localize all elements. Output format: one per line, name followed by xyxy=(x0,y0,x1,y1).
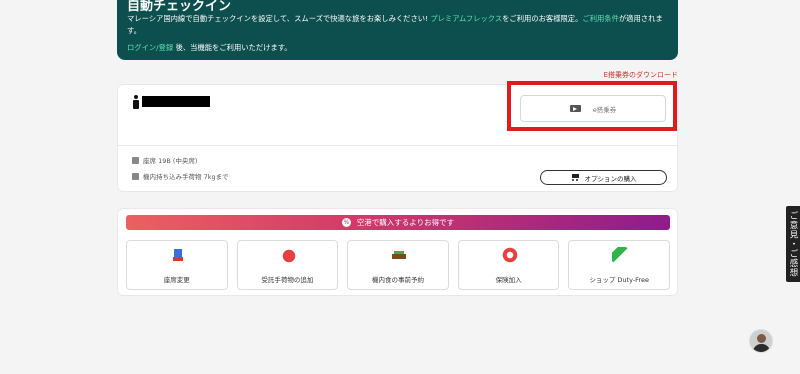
addons-card: % 空港で購入するよりお得です 座席変更 受託手荷物の追加 機内食の事前予約 保… xyxy=(117,208,678,296)
baggage-info: 機内持ち込み手荷物 7kgまで xyxy=(132,171,229,181)
banner-description: マレーシア国内線で自動チェックインを設定して、スムーズで快適な旅をお楽しみくださ… xyxy=(127,13,672,37)
download-boarding-pass-link[interactable]: E搭乗券のダウンロード xyxy=(604,70,678,80)
auto-checkin-banner: 自動チェックイン マレーシア国内線で自動チェックインを設定して、スムーズで快適な… xyxy=(117,0,678,60)
tile-label: 機内食の事前予約 xyxy=(371,276,424,284)
terms-link[interactable]: ご利用条件 xyxy=(582,14,618,23)
seat-text: 座席 19B (中央席) xyxy=(143,157,198,165)
promo-text: 空港で購入するよりお得です xyxy=(356,218,455,227)
chat-assistant-avatar[interactable] xyxy=(749,329,773,353)
passenger-name-redacted xyxy=(142,96,210,107)
tile-label: 座席変更 xyxy=(163,276,190,284)
seat-icon xyxy=(170,247,186,263)
discount-icon: % xyxy=(341,218,351,227)
tile-duty-free[interactable]: ショップ Duty-Free xyxy=(568,240,670,290)
baggage-icon xyxy=(280,247,297,263)
purchase-options-button[interactable]: オプションの購入 xyxy=(540,170,667,185)
banner-desc-text-2: をご利用のお客様限定。 xyxy=(502,14,583,23)
banner-title: 自動チェックイン xyxy=(127,0,232,14)
insurance-icon xyxy=(501,247,518,263)
banner-login-line: ログイン/登録 後、当機能をご利用いただけます。 xyxy=(127,43,292,53)
card-divider xyxy=(118,145,677,146)
highlight-annotation-box xyxy=(507,81,677,131)
addon-tiles: 座席変更 受託手荷物の追加 機内食の事前予約 保険加入 ショップ Duty-Fr… xyxy=(126,240,670,290)
baggage-text: 機内持ち込み手荷物 7kgまで xyxy=(143,173,229,181)
seat-icon xyxy=(132,156,139,164)
purchase-options-label: オプションの購入 xyxy=(584,174,637,183)
promo-banner: % 空港で購入するよりお得です xyxy=(126,215,670,230)
tile-label: 保険加入 xyxy=(495,276,522,284)
tile-label: 受託手荷物の追加 xyxy=(261,276,314,284)
banner-desc-text-1: マレーシア国内線で自動チェックインを設定して、スムーズで快適な旅をお楽しみくださ… xyxy=(127,14,431,23)
tile-insurance[interactable]: 保険加入 xyxy=(457,240,560,290)
duty-free-icon xyxy=(612,247,629,263)
tile-seat-change[interactable]: 座席変更 xyxy=(126,240,228,290)
meal-icon xyxy=(391,247,408,263)
cart-icon xyxy=(571,174,579,181)
tile-label: ショップ Duty-Free xyxy=(589,276,649,284)
login-suffix: 後、当機能をご利用いただけます。 xyxy=(173,43,292,52)
person-icon xyxy=(133,95,139,109)
seat-info: 座席 19B (中央席) xyxy=(132,155,197,165)
premium-flex-link[interactable]: プレミアムフレックス xyxy=(430,14,502,23)
tile-add-baggage[interactable]: 受託手荷物の追加 xyxy=(236,240,339,290)
tile-meal-preorder[interactable]: 機内食の事前予約 xyxy=(347,240,449,290)
bag-icon xyxy=(132,172,139,180)
feedback-tab[interactable]: ご意見・ご感想 xyxy=(786,206,800,282)
login-register-link[interactable]: ログイン/登録 xyxy=(127,43,173,52)
